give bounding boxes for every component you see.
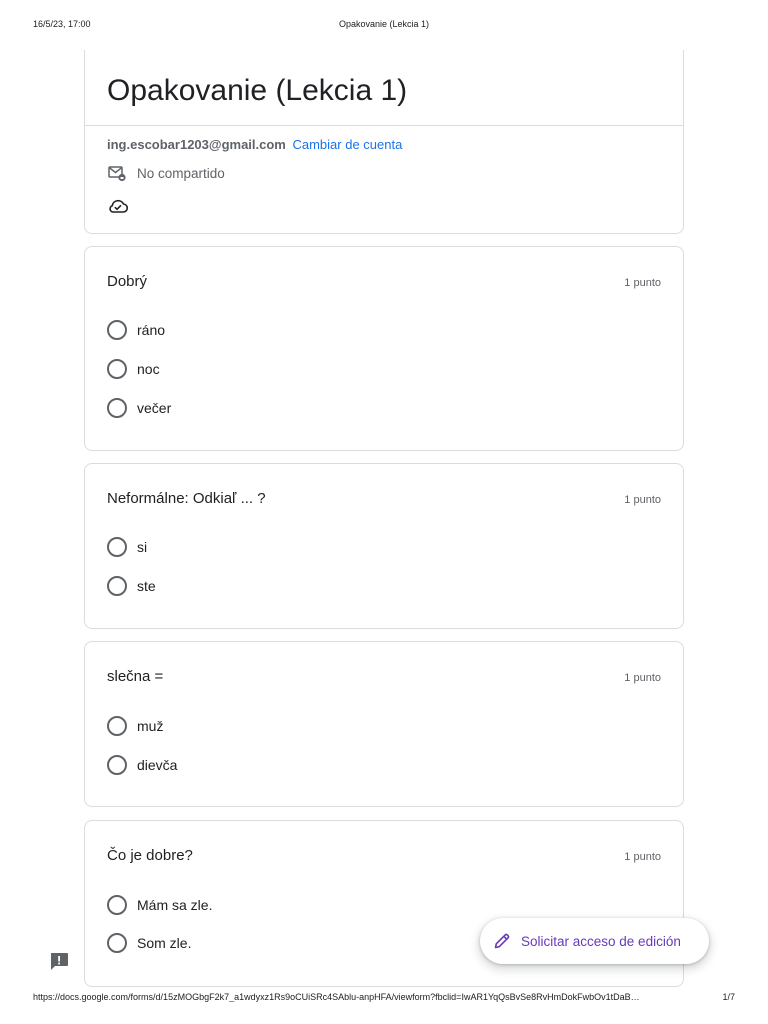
question-title: Neformálne: Odkiaľ ... ? — [107, 490, 266, 507]
option-item[interactable]: noc — [107, 358, 160, 380]
print-url: https://docs.google.com/forms/d/15zMOGbg… — [33, 992, 640, 1002]
option-label: dievča — [137, 757, 178, 773]
form-title: Opakovanie (Lekcia 1) — [107, 74, 408, 107]
option-label: ráno — [137, 322, 166, 338]
option-label: muž — [137, 718, 164, 734]
option-item[interactable]: večer — [107, 397, 171, 419]
option-label: Som zle. — [137, 935, 192, 951]
option-label: si — [137, 539, 148, 555]
mail-lock-icon — [108, 166, 126, 182]
radio-button[interactable] — [107, 320, 127, 340]
radio-button[interactable] — [107, 716, 127, 736]
option-item[interactable]: dievča — [107, 754, 177, 776]
option-item[interactable]: Som zle. — [107, 932, 191, 954]
print-page-number: 1/7 — [722, 992, 735, 1002]
radio-button[interactable] — [107, 398, 127, 418]
question-points: 1 punto — [624, 672, 661, 684]
option-label: večer — [137, 400, 172, 416]
pencil-icon — [494, 933, 510, 949]
report-feedback-icon[interactable] — [48, 950, 70, 972]
print-footer: https://docs.google.com/forms/d/15zMOGbg… — [0, 992, 768, 1004]
radio-button[interactable] — [107, 359, 127, 379]
radio-button[interactable] — [107, 933, 127, 953]
radio-button[interactable] — [107, 576, 127, 596]
option-label: noc — [137, 361, 160, 377]
shared-status-text: No compartido — [137, 165, 225, 181]
print-doc-title: Opakovanie (Lekcia 1) — [338, 19, 430, 29]
question-points: 1 punto — [624, 494, 661, 506]
request-edit-access-button[interactable]: Solicitar acceso de edición — [480, 918, 709, 964]
question-card: Neformálne: Odkiaľ ... ? 1 punto si ste — [84, 463, 684, 629]
account-row: ing.escobar1203@gmail.com Cambiar de cue… — [107, 137, 402, 152]
switch-account-link[interactable]: Cambiar de cuenta — [292, 137, 402, 152]
radio-button[interactable] — [107, 895, 127, 915]
print-header: 16/5/23, 17:00 Opakovanie (Lekcia 1) — [0, 19, 768, 31]
option-label: Mám sa zle. — [137, 897, 213, 913]
radio-button[interactable] — [107, 537, 127, 557]
account-email: ing.escobar1203@gmail.com — [107, 137, 286, 152]
question-points: 1 punto — [624, 277, 661, 289]
question-title: Čo je dobre? — [107, 847, 193, 864]
question-points: 1 punto — [624, 851, 661, 863]
option-item[interactable]: Mám sa zle. — [107, 894, 212, 916]
question-card: slečna = 1 punto muž dievča — [84, 641, 684, 807]
header-divider — [85, 125, 683, 126]
option-item[interactable]: muž — [107, 715, 163, 737]
option-item[interactable]: si — [107, 536, 147, 558]
request-edit-access-label: Solicitar acceso de edición — [521, 933, 681, 949]
question-card: Dobrý 1 punto ráno noc večer — [84, 246, 684, 451]
question-title: slečna = — [107, 668, 164, 685]
question-title: Dobrý — [107, 273, 148, 290]
option-item[interactable]: ste — [107, 575, 156, 597]
radio-button[interactable] — [107, 755, 127, 775]
shared-status-row: No compartido — [107, 163, 225, 183]
cloud-check-icon — [109, 199, 129, 213]
option-label: ste — [137, 578, 156, 594]
option-item[interactable]: ráno — [107, 319, 165, 341]
form-header-card: Opakovanie (Lekcia 1) ing.escobar1203@gm… — [84, 50, 684, 234]
